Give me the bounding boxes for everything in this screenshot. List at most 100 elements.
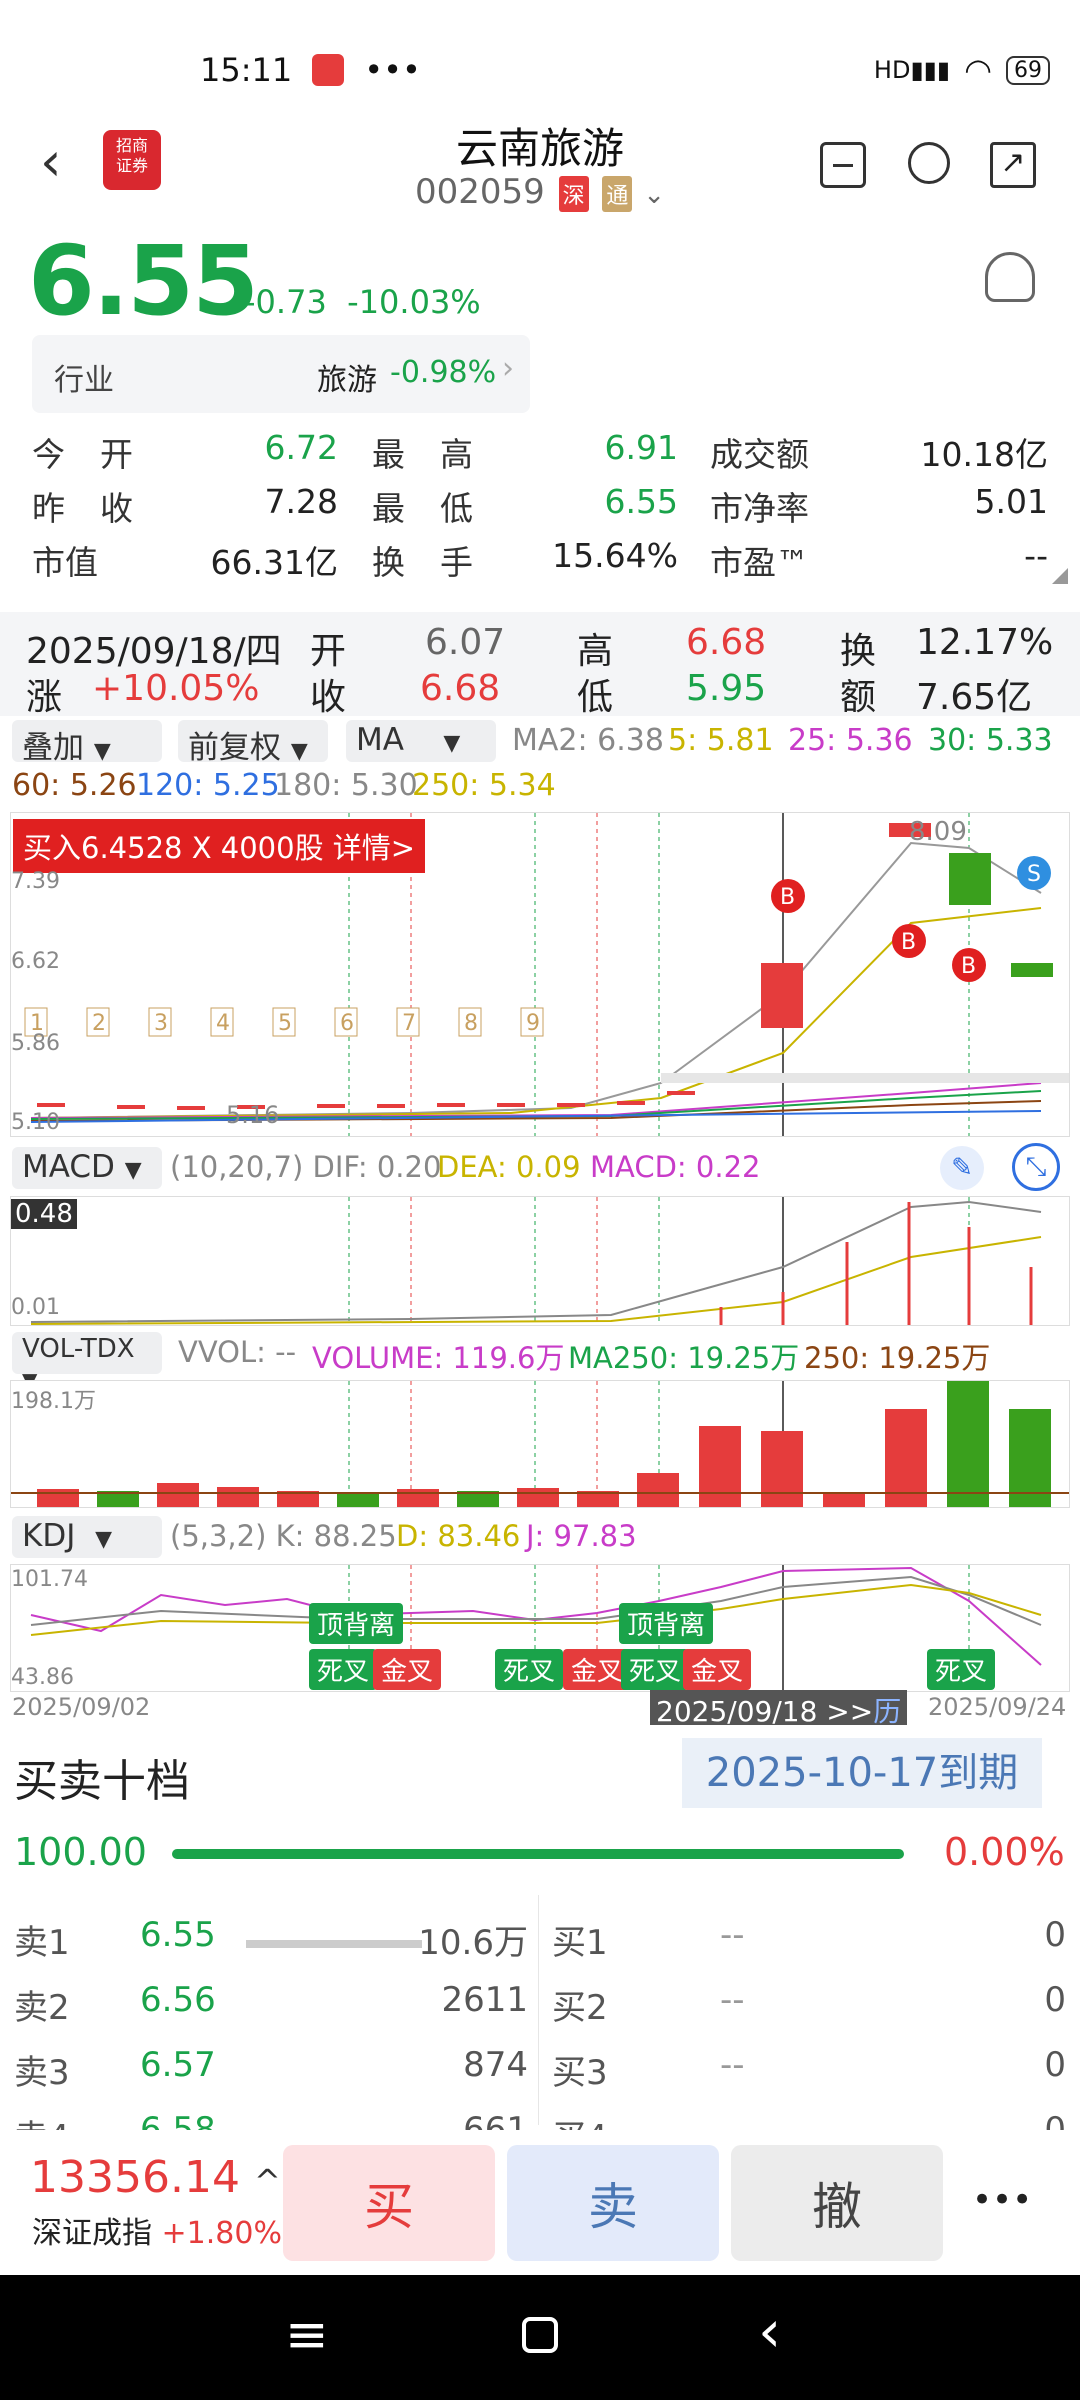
stat-value: 6.55 <box>604 482 678 521</box>
status-time: 15:11 <box>200 51 293 89</box>
kdj-j: J: 97.83 <box>526 1519 637 1553</box>
buy-level-label: 买2 <box>552 1988 608 2028</box>
sequence-number: 7 <box>402 1011 416 1036</box>
signal-death-cross: 死叉 <box>621 1649 690 1690</box>
caret-down-icon: ▼ <box>443 731 461 756</box>
candle <box>177 1106 205 1110</box>
stat-value: 15.64% <box>552 536 678 575</box>
volume-chart[interactable]: 198.1万 <box>10 1380 1070 1508</box>
last-price: 6.55 <box>28 225 259 337</box>
candle <box>761 963 803 1028</box>
close-label: 收 <box>310 677 347 718</box>
market-tag: 深 <box>558 175 589 212</box>
sell-price: 6.57 <box>140 2045 216 2085</box>
buy-marker-label: B <box>961 954 976 979</box>
change-pct: -10.03% <box>347 283 481 321</box>
macd-dropdown[interactable]: MACD ▼ <box>12 1147 162 1189</box>
search-icon[interactable] <box>908 142 950 184</box>
back-nav-icon[interactable]: ‹ <box>758 2297 781 2365</box>
macd-dea: DEA: 0.09 <box>437 1150 581 1184</box>
index-value: 13356.14 <box>30 2152 240 2203</box>
ma-label: MA <box>356 722 404 758</box>
date-cursor[interactable]: 2025/09/18 >>历 <box>650 1690 908 1730</box>
kdj-chart[interactable]: 101.74 43.86 顶背离 顶背离 死叉 金叉 死叉 金叉 死叉 金叉 死… <box>10 1564 1070 1692</box>
cancel-button[interactable]: 撤 <box>731 2145 943 2261</box>
edit-pencil-icon[interactable]: ✎ <box>940 1146 984 1190</box>
menu-icon[interactable]: ≡ <box>285 2305 329 2365</box>
day-date: 2025/09/18/四 <box>26 631 282 672</box>
macd-canvas <box>30 1197 1042 1325</box>
trade-banner[interactable]: 买入6.4528 X 4000股 详情> <box>13 819 426 873</box>
volume-bar <box>823 1493 865 1507</box>
stat-label: 低 <box>440 489 473 528</box>
change-abs: -0.73 <box>244 283 327 321</box>
stat-label: 市净率 <box>710 489 809 528</box>
expand-corner-icon[interactable] <box>1052 568 1068 584</box>
kdj-label: KDJ <box>22 1518 76 1554</box>
sell-marker-label: S <box>1027 862 1041 887</box>
signal-death-cross: 死叉 <box>309 1649 378 1690</box>
signal-golden-cross: 金叉 <box>373 1649 442 1690</box>
stock-code: 002059 <box>414 172 545 212</box>
signal-death-cross: 死叉 <box>927 1649 996 1690</box>
share-icon[interactable]: ↗ <box>990 142 1036 188</box>
buy-price: -- <box>720 1915 745 1955</box>
index-value-row[interactable]: 13356.14 ^ <box>30 2152 281 2203</box>
stat-value: 7.28 <box>264 482 338 521</box>
low-value: 5.95 <box>686 668 767 709</box>
signal-golden-cross: 金叉 <box>683 1649 752 1690</box>
vol-volume: VOLUME: 119.6万 <box>312 1341 565 1375</box>
industry-label: 行业 <box>54 363 114 398</box>
macd-value: MACD: 0.22 <box>590 1150 761 1184</box>
expand-icon[interactable]: ⤡ <box>1012 1143 1060 1191</box>
ma-dropdown[interactable]: MA ▼ <box>346 720 496 762</box>
stat-value: 6.72 <box>264 428 338 467</box>
signal-top-divergence: 顶背离 <box>619 1603 714 1644</box>
industry-box[interactable]: 行业 旅游 -0.98% › <box>32 335 530 413</box>
chevron-up-icon: ^ <box>253 2162 281 2200</box>
candle <box>377 1104 405 1108</box>
buy-price: -- <box>720 1980 745 2020</box>
macd-chart[interactable]: 0.48 0.01 <box>10 1196 1070 1326</box>
kdj-d-line <box>30 1583 1042 1636</box>
candle <box>37 1103 65 1107</box>
adjust-dropdown[interactable]: 前复权 ▼ <box>178 720 328 766</box>
volume-bar <box>699 1426 741 1507</box>
volume-bar <box>37 1489 79 1507</box>
signal-top-divergence: 顶背离 <box>309 1603 404 1644</box>
buy-marker-label: B <box>780 885 795 910</box>
buy-button[interactable]: 买 <box>283 2145 495 2261</box>
stat-label: 成交额 <box>710 435 809 474</box>
index-name: 深证成指 <box>32 2216 152 2251</box>
candle <box>117 1105 145 1109</box>
overlay-dropdown[interactable]: 叠加 ▼ <box>12 720 162 766</box>
ma25-value: 25: 5.36 <box>788 723 913 758</box>
battery-icon: 69 <box>1006 55 1050 85</box>
more-button[interactable]: ••• <box>972 2180 1032 2220</box>
kdj-k-line <box>30 1575 1042 1626</box>
chevron-right-icon: › <box>502 351 514 386</box>
amount-label: 额 <box>840 677 877 718</box>
home-icon[interactable] <box>522 2317 558 2353</box>
expiry-badge[interactable]: 2025-10-17到期 <box>682 1738 1042 1808</box>
price-change: -0.73 -10.03% <box>244 283 481 321</box>
kdj-dropdown[interactable]: KDJ ▼ <box>12 1516 162 1558</box>
volume-bar <box>517 1488 559 1507</box>
macd-bottom-label: 0.01 <box>11 1295 60 1320</box>
open-label: 开 <box>310 631 347 672</box>
kline-chart[interactable]: BBBS123456789 买入6.4528 X 4000股 详情> 7.39 … <box>10 812 1070 1137</box>
minus-window-icon[interactable] <box>820 142 866 188</box>
vol-label: VOL-TDX <box>22 1334 135 1364</box>
stat-label: 最 <box>372 435 405 474</box>
sell-button[interactable]: 卖 <box>507 2145 719 2261</box>
vol-top-label: 198.1万 <box>11 1389 96 1414</box>
alert-bell-icon[interactable] <box>985 252 1035 302</box>
caret-down-icon: ▼ <box>124 1158 142 1183</box>
vol-dropdown[interactable]: VOL-TDX ▼ <box>12 1332 162 1392</box>
sell-level-label: 卖2 <box>14 1988 70 2028</box>
sequence-number: 2 <box>92 1011 106 1036</box>
buy-qty: 0 <box>1044 2045 1066 2085</box>
buy-qty: 0 <box>1044 1980 1066 2020</box>
turnover-label: 换 <box>840 631 877 672</box>
date-end: 2025/09/24 <box>928 1693 1067 1721</box>
